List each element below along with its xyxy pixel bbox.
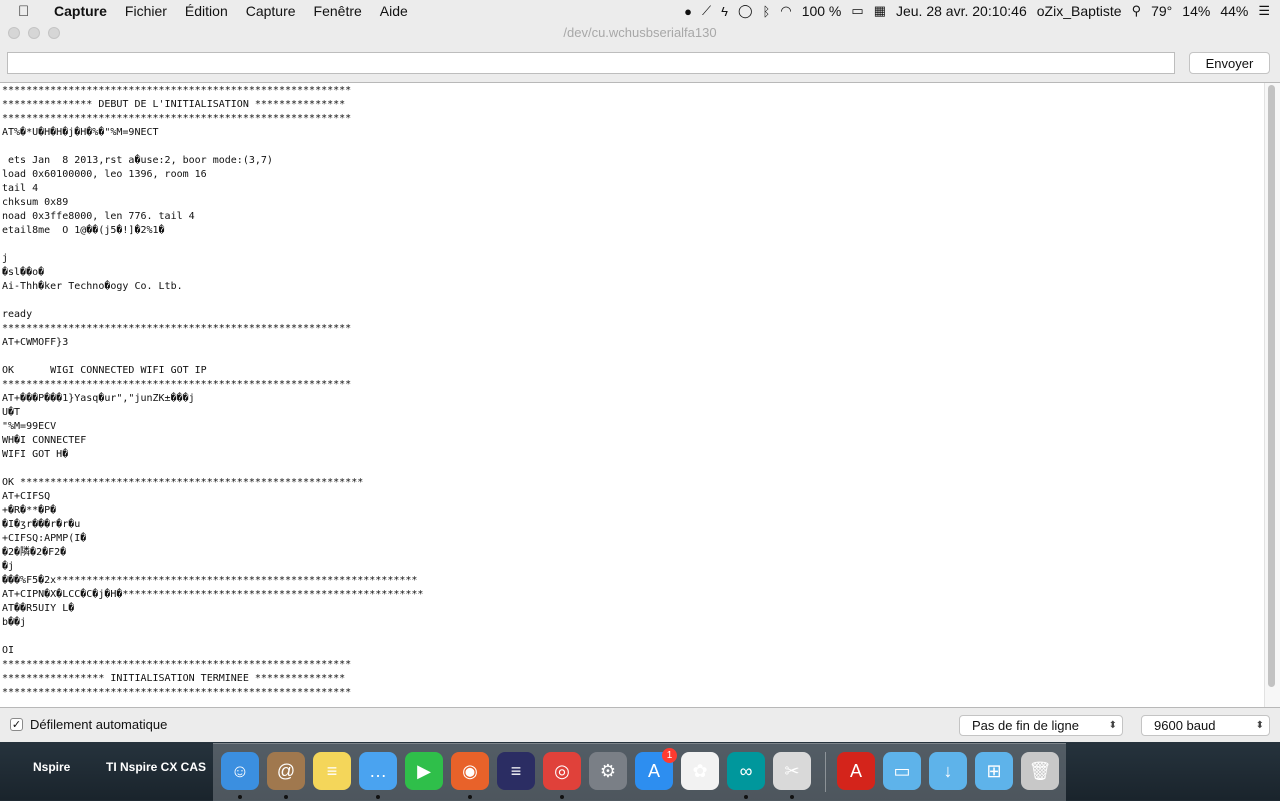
running-indicator: [560, 795, 564, 799]
select-arrows-icon: ⬍: [1108, 720, 1117, 731]
running-indicator: [790, 795, 794, 799]
title-bar: /dev/cu.wchusbserialfa130: [0, 22, 1280, 44]
notification-center-icon[interactable]: ☰: [1258, 3, 1270, 19]
running-indicator: [468, 795, 472, 799]
windows-folder-icon[interactable]: ⊞: [975, 752, 1013, 790]
running-indicator: [376, 795, 380, 799]
app-store-badge: 1: [662, 748, 677, 763]
serial-monitor-window: /dev/cu.wchusbserialfa130 Envoyer ******…: [0, 22, 1280, 742]
dock: ☺ @ ≡… ▶ ◉ ≡ ◎ ⚙ A 1 ✿ ∞ ✂ A ▭ ↓ ⊞ 🗑: [213, 743, 1066, 801]
send-row: Envoyer: [0, 44, 1280, 84]
arduino-icon[interactable]: ∞: [727, 752, 765, 790]
minimize-button[interactable]: [28, 27, 40, 39]
scroll-thumb[interactable]: [1268, 85, 1275, 687]
dock-separator: [825, 752, 826, 792]
facetime-icon[interactable]: ▶: [405, 752, 443, 790]
chrome-icon[interactable]: ◎: [543, 752, 581, 790]
desktop-label-ti-nspire[interactable]: TI Nspire CX CAS: [106, 760, 206, 774]
system-preferences-icon[interactable]: ⚙: [589, 752, 627, 790]
battery-percent[interactable]: 100 %: [802, 3, 842, 19]
contacts-icon[interactable]: @: [267, 752, 305, 790]
memory-readout[interactable]: 44%: [1220, 3, 1248, 19]
vertical-scrollbar[interactable]: [1264, 83, 1280, 707]
spotlight-icon[interactable]: ⚲: [1132, 3, 1142, 19]
downloads-icon[interactable]: ↓: [929, 752, 967, 790]
menu-capture[interactable]: Capture: [246, 3, 296, 19]
running-indicator: [284, 795, 288, 799]
folder-icon[interactable]: ▭: [883, 752, 921, 790]
acrobat-icon[interactable]: A: [837, 752, 875, 790]
baud-rate-value: 9600 baud: [1154, 718, 1216, 733]
photos-icon[interactable]: ✿: [681, 752, 719, 790]
wifi-icon[interactable]: ◠: [780, 3, 791, 19]
messages-icon[interactable]: …: [359, 752, 397, 790]
menu-app-name[interactable]: Capture: [54, 3, 107, 19]
desktop-label-nspire[interactable]: Nspire: [33, 760, 70, 774]
line-ending-value: Pas de fin de ligne: [972, 718, 1079, 733]
eclipse-icon[interactable]: ≡: [497, 752, 535, 790]
capture-icon[interactable]: ✂: [773, 752, 811, 790]
finder-icon[interactable]: ☺: [221, 752, 259, 790]
battery-icon[interactable]: ▭: [851, 3, 863, 19]
menu-aide[interactable]: Aide: [380, 3, 408, 19]
apple-menu-icon[interactable]: : [18, 3, 38, 20]
autoscroll-checkbox[interactable]: ✓: [10, 718, 23, 731]
running-indicator: [238, 795, 242, 799]
line-ending-select[interactable]: Pas de fin de ligne ⬍: [959, 715, 1123, 736]
menu-edition[interactable]: Édition: [185, 3, 228, 19]
menu-fichier[interactable]: Fichier: [125, 3, 167, 19]
notes-icon[interactable]: ≡: [313, 752, 351, 790]
menu-fenetre[interactable]: Fenêtre: [314, 3, 362, 19]
serial-output-text: ****************************************…: [2, 85, 424, 698]
trash-icon[interactable]: 🗑: [1021, 752, 1059, 790]
zoom-button[interactable]: [48, 27, 60, 39]
running-indicator: [744, 795, 748, 799]
window-controls: [8, 27, 60, 39]
baud-rate-select[interactable]: 9600 baud ⬍: [1141, 715, 1270, 736]
bolt-icon[interactable]: ϟ: [721, 4, 728, 19]
bluetooth-icon[interactable]: ᛒ: [763, 4, 771, 19]
close-button[interactable]: [8, 27, 20, 39]
select-arrows-icon: ⬍: [1255, 720, 1264, 731]
cpu-readout[interactable]: 14%: [1182, 3, 1210, 19]
antenna-icon[interactable]: ⟋: [702, 3, 711, 19]
app-store-icon[interactable]: A1: [635, 748, 677, 790]
serial-output[interactable]: ****************************************…: [0, 82, 1280, 708]
autoscroll-toggle[interactable]: ✓ Défilement automatique: [10, 717, 167, 732]
chat-icon[interactable]: ◯: [738, 3, 753, 19]
send-button[interactable]: Envoyer: [1189, 52, 1270, 74]
calendar-icon[interactable]: ▦: [874, 3, 886, 19]
status-area: ● ⟋ ϟ ◯ ᛒ ◠ 100 % ▭ ▦ Jeu. 28 avr. 20:10…: [684, 0, 1270, 22]
send-input[interactable]: [7, 52, 1175, 74]
autoscroll-label: Défilement automatique: [30, 717, 168, 732]
menu-bar:  Capture Fichier Édition Capture Fenêtr…: [0, 0, 1280, 23]
username[interactable]: oZix_Baptiste: [1037, 3, 1122, 19]
malwarebytes-icon[interactable]: ●: [684, 4, 692, 19]
window-title: /dev/cu.wchusbserialfa130: [563, 25, 717, 40]
firefox-icon[interactable]: ◉: [451, 752, 489, 790]
clock[interactable]: Jeu. 28 avr. 20:10:46: [896, 3, 1027, 19]
temperature-readout[interactable]: 79°: [1151, 3, 1172, 19]
bottom-bar: ✓ Défilement automatique Pas de fin de l…: [0, 708, 1280, 742]
